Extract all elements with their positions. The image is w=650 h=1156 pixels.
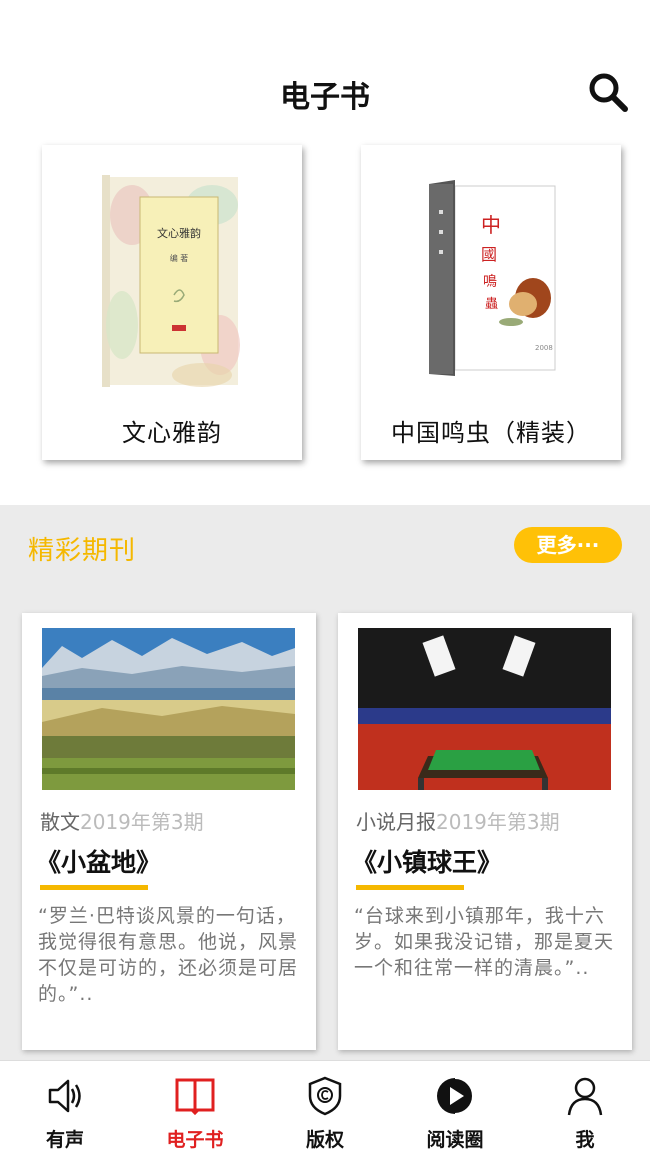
- magazine-category: 散文: [40, 810, 80, 834]
- magazine-title: 《小盆地》: [36, 848, 162, 877]
- svg-text:中: 中: [481, 213, 501, 237]
- svg-text:蟲: 蟲: [485, 297, 498, 312]
- book-icon: [175, 1078, 215, 1116]
- svg-text:2008: 2008: [535, 344, 553, 352]
- page-title: 电子书: [280, 80, 370, 115]
- bottom-tab-bar: 有声 电子书 版权 阅读圈 我: [0, 1060, 650, 1156]
- magazine-card-2[interactable]: 小说月报2019年第3期 《小镇球王》 “台球来到小镇那年，我十六岁。如果我没记…: [338, 613, 632, 1050]
- tab-me[interactable]: 我: [520, 1061, 650, 1156]
- svg-text:编 著: 编 著: [170, 253, 189, 263]
- more-button[interactable]: 更多···: [514, 527, 622, 563]
- speaker-icon: [48, 1079, 81, 1113]
- magazine-issue: 2019年第3期: [436, 810, 560, 834]
- magazine-issue: 2019年第3期: [80, 810, 204, 834]
- accent-underline: [40, 885, 148, 890]
- magazine-card-1[interactable]: 散文2019年第3期 《小盆地》 “罗兰·巴特谈风景的一句话，我觉得很有意思。他…: [22, 613, 316, 1050]
- magazine-excerpt: “台球来到小镇那年，我十六岁。如果我没记错，那是夏天一个和往常一样的清晨。”..: [354, 905, 615, 979]
- book-title: 中国鸣虫（精装）: [391, 419, 591, 447]
- svg-text:文心雅韵: 文心雅韵: [157, 226, 201, 240]
- tab-reading-circle[interactable]: 阅读圈: [390, 1061, 520, 1156]
- magazine-category: 小说月报: [356, 810, 436, 834]
- svg-text:國: 國: [481, 245, 497, 264]
- tab-ebook[interactable]: 电子书: [130, 1061, 260, 1156]
- tab-label: 电子书: [166, 1129, 224, 1151]
- book-cover-image: 中 國 鳴 蟲 2008: [429, 180, 556, 376]
- book-title: 文心雅韵: [122, 419, 222, 447]
- tab-label: 我: [575, 1129, 595, 1151]
- tab-label: 阅读圈: [426, 1129, 484, 1151]
- magazine-meta: 小说月报2019年第3期: [356, 806, 560, 835]
- person-icon: [567, 1077, 603, 1116]
- accent-underline: [356, 885, 464, 890]
- header-bar: 电子书: [0, 0, 650, 135]
- magazine-title: 《小镇球王》: [352, 848, 503, 877]
- search-button[interactable]: [586, 70, 636, 120]
- book-card-2[interactable]: 中 國 鳴 蟲 2008 中国鸣虫（精装）: [361, 145, 621, 460]
- book-cover-image: 文心雅韵 编 著: [102, 175, 240, 387]
- magazine-excerpt: “罗兰·巴特谈风景的一句话，我觉得很有意思。他说，风景不仅是可访的，还必须是可居…: [38, 905, 299, 1005]
- svg-text:鳴: 鳴: [483, 274, 497, 290]
- section-title: 精彩期刊: [28, 536, 137, 566]
- tab-copyright[interactable]: 版权: [260, 1061, 390, 1156]
- copyright-shield-icon: [308, 1076, 342, 1116]
- magazine-meta: 散文2019年第3期: [40, 806, 204, 835]
- tab-label: 有声: [45, 1129, 84, 1151]
- tab-label: 版权: [305, 1129, 344, 1151]
- book-card-1[interactable]: 文心雅韵 编 著 文心雅韵: [42, 145, 302, 460]
- search-icon: [589, 73, 628, 112]
- tab-audio[interactable]: 有声: [0, 1061, 130, 1156]
- play-circle-icon: [437, 1077, 474, 1115]
- magazine-cover-image: [42, 628, 295, 790]
- magazine-cover-image: [358, 628, 611, 790]
